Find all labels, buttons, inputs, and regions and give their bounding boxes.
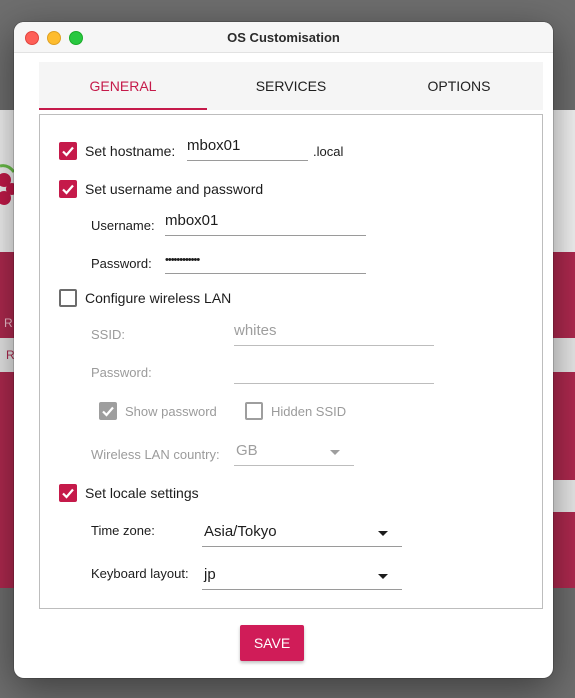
- ssid-label: SSID:: [91, 327, 125, 342]
- keyboard-layout-label: Keyboard layout:: [91, 566, 189, 581]
- checkmark-icon: [62, 146, 74, 157]
- window-title: OS Customisation: [227, 30, 340, 45]
- background-app-button: [553, 338, 575, 372]
- time-zone-label: Time zone:: [91, 523, 155, 538]
- set-username-password-checkbox[interactable]: [59, 180, 77, 198]
- hostname-value: mbox01: [187, 137, 241, 154]
- username-value: mbox01: [165, 212, 219, 229]
- dropdown-arrow-icon: [378, 574, 388, 579]
- keyboard-layout-value: jp: [204, 566, 216, 583]
- set-locale-checkbox[interactable]: [59, 484, 77, 502]
- show-password-checkbox[interactable]: [99, 402, 117, 420]
- wireless-lan-country-select[interactable]: GB: [234, 440, 354, 466]
- tab-general[interactable]: GENERAL: [39, 62, 207, 110]
- configure-wireless-lan-label: Configure wireless LAN: [85, 290, 232, 306]
- tab-bar: GENERAL SERVICES OPTIONS: [39, 62, 543, 110]
- save-button[interactable]: SAVE: [240, 625, 304, 661]
- tab-services[interactable]: SERVICES: [207, 62, 375, 110]
- checkmark-icon: [62, 488, 74, 499]
- background-app-button: [553, 480, 575, 512]
- set-username-password-label: Set username and password: [85, 181, 264, 197]
- os-customisation-dialog: OS Customisation GENERAL SERVICES OPTION…: [14, 22, 553, 678]
- set-hostname-checkbox[interactable]: [59, 142, 77, 160]
- hidden-ssid-label: Hidden SSID: [271, 404, 347, 419]
- configure-wireless-lan-checkbox[interactable]: [59, 289, 77, 307]
- ssid-value: whites: [234, 322, 277, 339]
- keyboard-layout-select[interactable]: jp: [202, 564, 402, 590]
- password-input[interactable]: ••••••••••••: [165, 248, 366, 274]
- set-hostname-label: Set hostname:: [85, 143, 176, 159]
- time-zone-select[interactable]: Asia/Tokyo: [202, 521, 402, 547]
- title-bar: OS Customisation: [14, 22, 553, 53]
- wlan-password-label: Password:: [91, 365, 152, 380]
- ssid-input[interactable]: whites: [234, 320, 434, 346]
- dropdown-arrow-icon: [378, 531, 388, 536]
- wlan-password-input[interactable]: [234, 358, 434, 384]
- password-label: Password:: [91, 256, 152, 271]
- username-label: Username:: [91, 218, 155, 233]
- hostname-input[interactable]: mbox01: [187, 135, 308, 161]
- background-app-label: R: [4, 316, 13, 330]
- wireless-lan-country-label: Wireless LAN country:: [91, 447, 220, 462]
- hidden-ssid-checkbox[interactable]: [245, 402, 263, 420]
- set-locale-label: Set locale settings: [85, 485, 199, 501]
- time-zone-value: Asia/Tokyo: [204, 523, 277, 540]
- hostname-suffix: .local: [313, 144, 344, 159]
- wireless-lan-country-value: GB: [236, 442, 258, 459]
- dropdown-arrow-icon: [330, 450, 340, 455]
- general-settings-panel: Set hostname: mbox01 .local Set username…: [39, 114, 543, 609]
- checkmark-icon: [102, 406, 114, 417]
- tab-options[interactable]: OPTIONS: [375, 62, 543, 110]
- show-password-label: Show password: [125, 404, 217, 419]
- password-value: ••••••••••••: [165, 254, 200, 266]
- username-input[interactable]: mbox01: [165, 210, 366, 236]
- checkmark-icon: [62, 184, 74, 195]
